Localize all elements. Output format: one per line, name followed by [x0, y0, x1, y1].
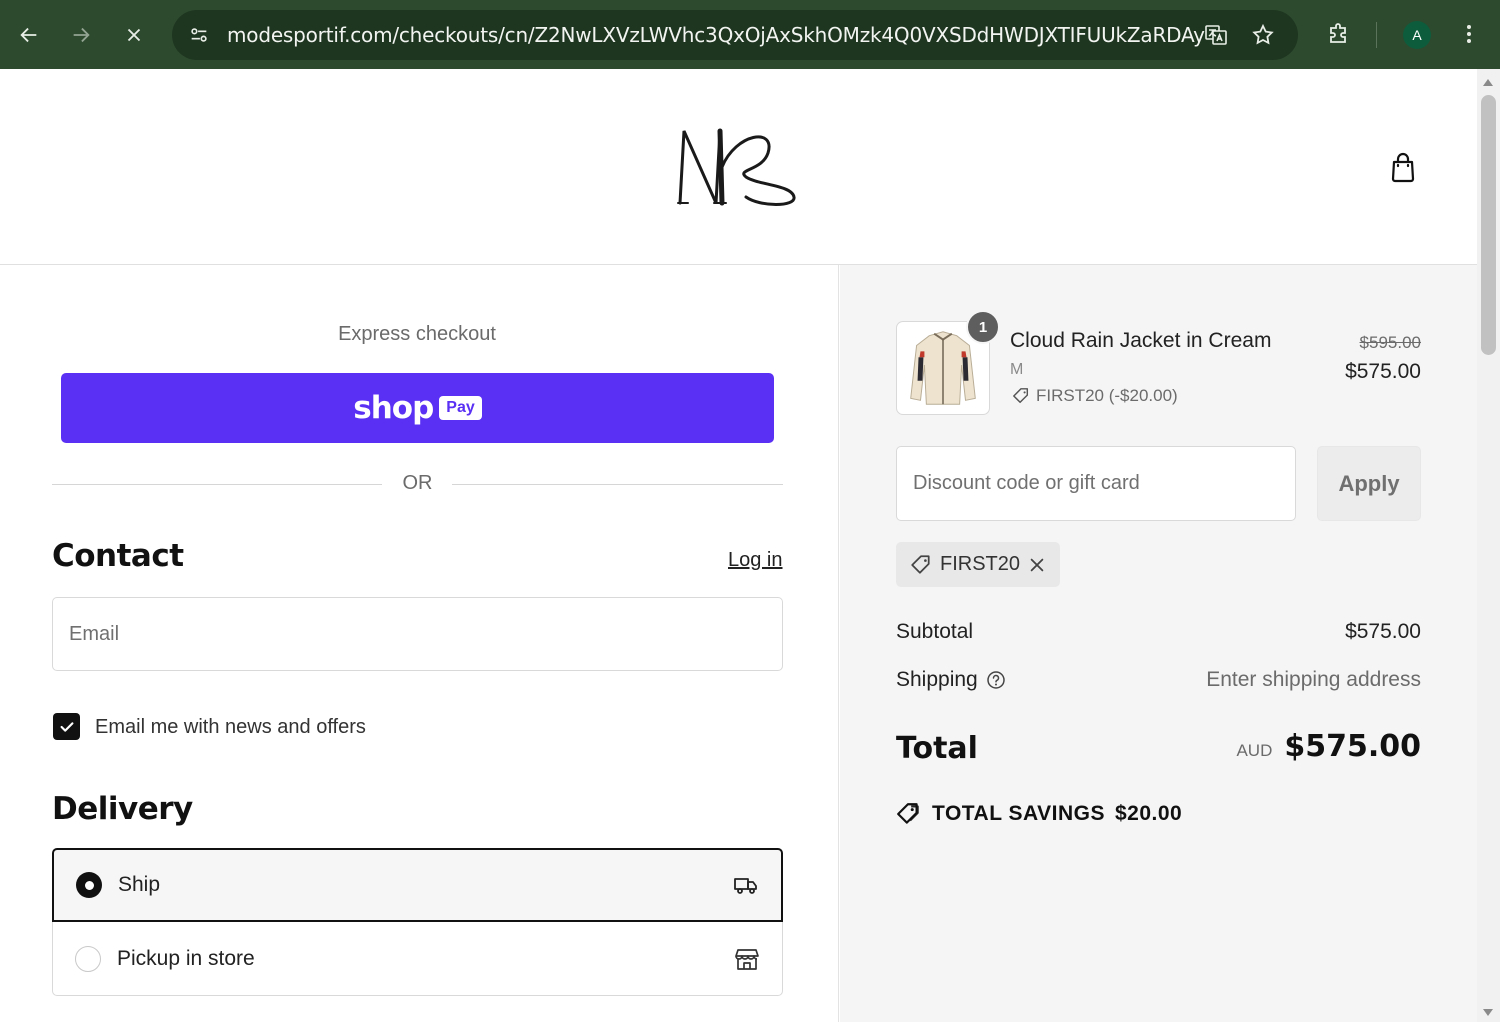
savings-tag-icon: [897, 803, 919, 824]
bookmark-star-icon[interactable]: [1250, 22, 1276, 48]
subtotal-label: Subtotal: [896, 620, 974, 643]
truck-icon: [734, 878, 757, 894]
ship-label: Ship: [118, 873, 161, 896]
quantity-badge: 1: [966, 310, 1000, 344]
product-name: Cloud Rain Jacket in Cream: [1010, 329, 1272, 352]
checkout-form: Express checkout shop Pay OR Contact Log…: [0, 265, 839, 1022]
savings-label: TOTAL SAVINGS: [932, 802, 1105, 825]
news-offers-label[interactable]: Email me with news and offers: [95, 716, 366, 739]
checkout-header: [0, 69, 1477, 265]
currency-code: AUD: [1236, 741, 1273, 760]
total-amount: $575.00: [1284, 729, 1421, 764]
pickup-label: Pickup in store: [117, 946, 255, 970]
delivery-option-ship[interactable]: Ship: [52, 848, 783, 922]
apply-button[interactable]: Apply: [1317, 446, 1421, 521]
discount-code-input[interactable]: [896, 446, 1296, 521]
forward-icon[interactable]: [63, 17, 99, 53]
tag-icon: [911, 554, 930, 574]
extensions-icon[interactable]: [1325, 21, 1351, 47]
product-discount: FIRST20 (-$20.00): [1012, 386, 1178, 406]
remove-code-icon[interactable]: [1028, 556, 1046, 574]
shipping-label-row: Shipping: [896, 668, 1006, 692]
pickup-radio[interactable]: [75, 945, 101, 972]
order-summary: 1 Cloud Rain Jacket in Cream M FIRST20 (…: [840, 265, 1477, 1022]
tag-icon: [1013, 388, 1029, 404]
sale-price: $575.00: [1345, 360, 1421, 383]
shop-pay-badge: Pay: [439, 396, 482, 420]
delivery-heading: Delivery: [52, 791, 193, 827]
shipping-value: Enter shipping address: [1206, 668, 1421, 691]
applied-code-chip: FIRST20: [896, 542, 1061, 587]
delivery-option-pickup[interactable]: Pickup in store: [52, 922, 783, 996]
scrollbar-thumb[interactable]: [1481, 95, 1496, 355]
divider-line-right: [452, 484, 783, 485]
contact-heading: Contact: [52, 538, 184, 574]
product-variant: M: [1010, 361, 1024, 378]
back-icon[interactable]: [11, 17, 47, 53]
subtotal-value: $575.00: [1345, 620, 1421, 643]
brand-logo[interactable]: [676, 127, 800, 207]
site-settings-icon[interactable]: [186, 22, 212, 48]
original-price: $595.00: [1359, 333, 1421, 352]
express-checkout-label: Express checkout: [338, 323, 496, 345]
total-value-group: AUD $575.00: [1236, 729, 1421, 764]
store-icon: [735, 948, 759, 970]
log-in-link[interactable]: Log in: [728, 549, 783, 572]
translate-icon[interactable]: [1203, 22, 1229, 48]
url-text[interactable]: modesportif.com/checkouts/cn/Z2NwLXVzLWV…: [227, 23, 1205, 47]
scroll-up-arrow[interactable]: [1483, 79, 1493, 86]
help-icon[interactable]: [986, 670, 1006, 690]
toolbar-divider: [1376, 22, 1377, 48]
address-bar[interactable]: modesportif.com/checkouts/cn/Z2NwLXVzLWV…: [172, 10, 1298, 60]
savings-value: $20.00: [1114, 802, 1183, 825]
total-savings: TOTAL SAVINGS $20.00: [896, 801, 1182, 827]
shop-pay-button[interactable]: shop Pay: [61, 373, 774, 443]
product-discount-text: FIRST20 (-$20.00): [1036, 386, 1178, 405]
browser-menu-icon[interactable]: [1456, 21, 1482, 47]
total-label: Total: [896, 731, 978, 766]
page-scrollbar[interactable]: [1477, 69, 1500, 1022]
news-offers-checkbox[interactable]: [53, 713, 80, 740]
stop-loading-icon[interactable]: [116, 17, 152, 53]
shipping-label: Shipping: [896, 668, 978, 691]
checkmark-icon: [60, 721, 73, 732]
ship-radio[interactable]: [76, 872, 102, 898]
browser-toolbar: modesportif.com/checkouts/cn/Z2NwLXVzLWV…: [0, 0, 1500, 69]
scroll-down-arrow[interactable]: [1483, 1009, 1493, 1016]
shop-pay-wordmark: shop: [353, 390, 434, 426]
or-divider: OR: [52, 471, 783, 497]
shopping-bag-icon[interactable]: [1389, 151, 1417, 183]
profile-avatar[interactable]: A: [1403, 21, 1431, 49]
email-field[interactable]: [52, 597, 783, 671]
applied-code-text: FIRST20: [940, 553, 1021, 575]
